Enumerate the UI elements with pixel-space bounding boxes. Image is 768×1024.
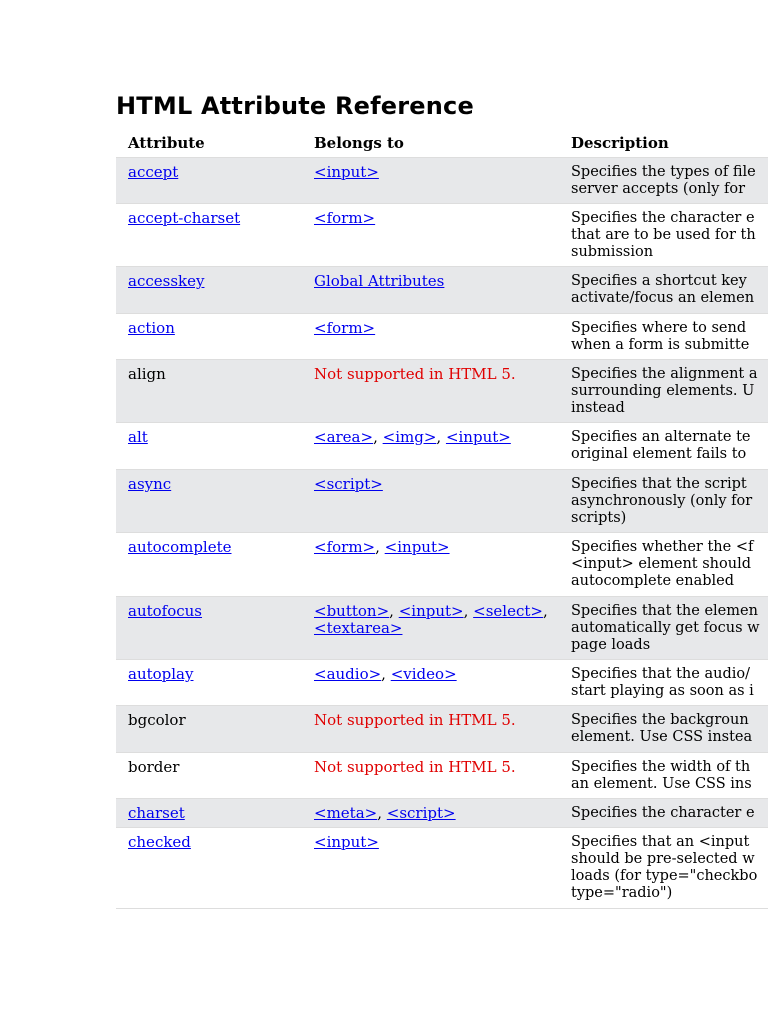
table-row: accept-charset <form> Specifies the charac…	[116, 204, 768, 267]
description-cell: Specifies the character e	[571, 805, 755, 821]
header-attribute: Attribute	[128, 134, 205, 152]
attribute-name: bgcolor	[128, 711, 186, 729]
element-link[interactable]: <select>	[473, 602, 543, 620]
element-link[interactable]: <meta>	[314, 804, 377, 822]
header-belongs-to: Belongs to	[314, 134, 404, 152]
attribute-link[interactable]: autoplay	[128, 666, 193, 683]
belongs-to-cell: Not supported in HTML 5.	[314, 712, 516, 729]
belongs-to-cell: Not supported in HTML 5.	[314, 759, 516, 776]
description-cell: Specifies that the audio/ start playing …	[571, 666, 754, 699]
attribute-link[interactable]: autofocus	[128, 603, 202, 620]
attribute-link[interactable]: accept-charset	[128, 210, 240, 227]
description-cell: Specifies a shortcut key activate/focus …	[571, 273, 755, 306]
attribute-link[interactable]: alt	[128, 429, 148, 446]
description-cell: Specifies where to send when a form is s…	[571, 320, 750, 353]
element-link[interactable]: <video>	[391, 665, 457, 683]
table-row: border Not supported in HTML 5. Specifies …	[116, 753, 768, 799]
description-cell: Specifies whether the <f <input> element…	[571, 539, 754, 589]
attribute-table: Attribute Belongs to Description accept <…	[116, 128, 768, 909]
belongs-to-cell: <input>	[314, 164, 379, 181]
attribute-link[interactable]: charset	[128, 805, 185, 822]
description-cell: Specifies an alternate te original eleme…	[571, 429, 751, 462]
attribute-link[interactable]: action	[128, 320, 175, 337]
description-cell: Specifies that an <input should be pre-s…	[571, 834, 758, 901]
description-cell: Specifies the character e that are to be…	[571, 210, 756, 260]
attribute-link[interactable]: accesskey	[128, 273, 204, 290]
element-link[interactable]: <input>	[446, 428, 511, 446]
attribute-name: border	[128, 758, 180, 776]
table-row: charset <meta>, <script> Specifies the cha…	[116, 799, 768, 828]
element-link[interactable]: <img>	[383, 428, 437, 446]
element-link[interactable]: <button>	[314, 602, 389, 620]
element-link[interactable]: <input>	[385, 538, 450, 556]
table-row: align Not supported in HTML 5. Specifies t…	[116, 360, 768, 423]
description-cell: Specifies that the script asynchronously…	[571, 476, 753, 526]
element-link[interactable]: <form>	[314, 209, 375, 227]
belongs-to-cell: <form>	[314, 210, 375, 227]
table-row: action <form> Specifies where to send when…	[116, 314, 768, 360]
attribute-name: align	[128, 365, 166, 383]
belongs-to-cell: <audio>, <video>	[314, 665, 457, 683]
element-link[interactable]: Global Attributes	[314, 272, 444, 290]
attribute-link[interactable]: autocomplete	[128, 539, 232, 556]
element-link[interactable]: <form>	[314, 319, 375, 337]
unsupported-note: Not supported in HTML 5.	[314, 365, 516, 383]
belongs-to-cell: <script>	[314, 476, 383, 493]
belongs-to-cell: <button>, <input>, <select>, <textarea>	[314, 602, 553, 637]
table-row: autocomplete <form>, <input> Specifies whe…	[116, 533, 768, 597]
page-title: HTML Attribute Reference	[116, 92, 474, 120]
element-link[interactable]: <form>	[314, 538, 375, 556]
table-row: alt <area>, <img>, <input> Specifies an al…	[116, 423, 768, 470]
belongs-to-cell: <meta>, <script>	[314, 804, 456, 822]
description-cell: Specifies the width of th an element. Us…	[571, 759, 752, 792]
element-link[interactable]: <area>	[314, 428, 373, 446]
table-row: autoplay <audio>, <video> Specifies that t…	[116, 660, 768, 706]
attribute-link[interactable]: accept	[128, 164, 178, 181]
element-link[interactable]: <script>	[314, 475, 383, 493]
header-description: Description	[571, 134, 669, 152]
table-row: checked <input> Specifies that an <input s…	[116, 828, 768, 909]
attribute-link[interactable]: checked	[128, 834, 191, 851]
element-link[interactable]: <input>	[314, 833, 379, 851]
description-cell: Specifies the alignment a surrounding el…	[571, 366, 758, 416]
element-link[interactable]: <script>	[387, 804, 456, 822]
description-cell: Specifies the types of file server accep…	[571, 164, 756, 197]
table-row: async <script> Specifies that the script a…	[116, 470, 768, 533]
table-row: bgcolor Not supported in HTML 5. Specifies…	[116, 706, 768, 753]
table-header-row: Attribute Belongs to Description	[116, 128, 768, 158]
table-row: accesskey Global Attributes Specifies a sh…	[116, 267, 768, 314]
unsupported-note: Not supported in HTML 5.	[314, 711, 516, 729]
element-link[interactable]: <textarea>	[314, 619, 402, 637]
element-link[interactable]: <input>	[314, 163, 379, 181]
element-link[interactable]: <audio>	[314, 665, 381, 683]
belongs-to-cell: Not supported in HTML 5.	[314, 366, 516, 383]
table-row: accept <input> Specifies the types of file…	[116, 158, 768, 204]
belongs-to-cell: <area>, <img>, <input>	[314, 428, 511, 446]
belongs-to-cell: <form>	[314, 320, 375, 337]
description-cell: Specifies that the elemen automatically …	[571, 603, 760, 653]
belongs-to-cell: <form>, <input>	[314, 538, 450, 556]
unsupported-note: Not supported in HTML 5.	[314, 758, 516, 776]
belongs-to-cell: <input>	[314, 834, 379, 851]
table-row: autofocus <button>, <input>, <select>, <t…	[116, 597, 768, 660]
belongs-to-cell: Global Attributes	[314, 273, 444, 290]
attribute-link[interactable]: async	[128, 476, 171, 493]
element-link[interactable]: <input>	[399, 602, 464, 620]
description-cell: Specifies the backgroun element. Use CSS…	[571, 712, 753, 745]
